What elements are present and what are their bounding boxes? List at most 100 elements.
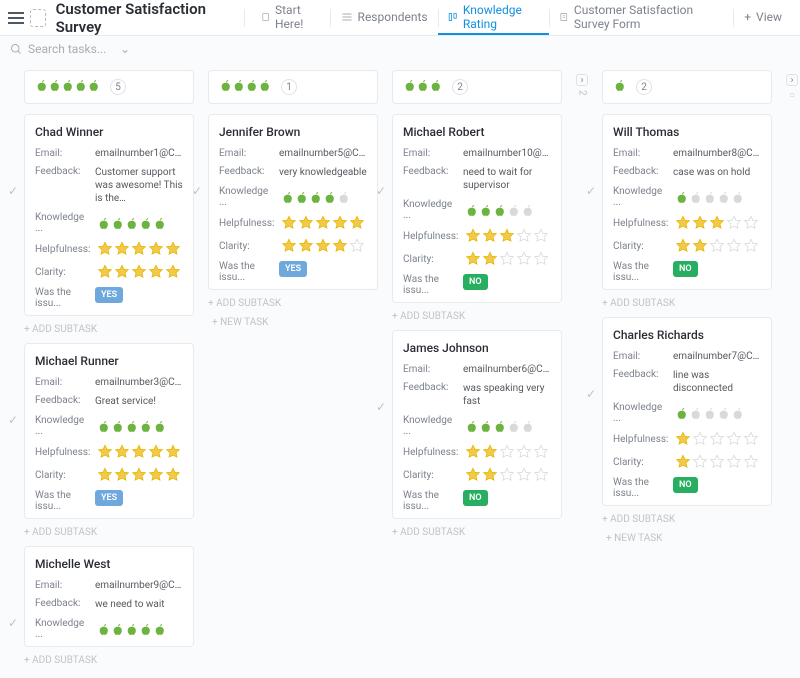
chevron-right-icon[interactable]: › [576, 74, 588, 86]
knowledge-rating[interactable] [675, 407, 744, 420]
tab-start-here[interactable]: Start Here! [251, 0, 330, 35]
tab-label: Knowledge Rating [463, 3, 539, 31]
add-subtask-button[interactable]: + ADD SUBTASK [24, 322, 194, 337]
card-title[interactable]: Charles Richards [613, 328, 761, 342]
knowledge-rating[interactable] [97, 623, 166, 636]
field-label: Email: [35, 580, 89, 591]
task-card[interactable]: Michelle West Email:emailnumber9@ClickU … [24, 546, 194, 647]
helpfulness-rating[interactable] [675, 215, 759, 231]
knowledge-rating[interactable] [281, 191, 350, 204]
field-label: Email: [613, 148, 667, 159]
knowledge-rating[interactable] [97, 217, 166, 230]
card-title[interactable]: Michelle West [35, 557, 183, 571]
tab-respondents[interactable]: Respondents [331, 0, 438, 35]
helpfulness-rating[interactable] [97, 444, 181, 460]
knowledge-rating[interactable] [97, 420, 166, 433]
tab-survey-form[interactable]: Customer Satisfaction Survey Form [549, 0, 733, 35]
board-icon [448, 11, 457, 23]
card-title[interactable]: Michael Runner [35, 354, 183, 368]
tab-knowledge-rating[interactable]: Knowledge Rating [438, 0, 548, 35]
card-title[interactable]: Chad Winner [35, 125, 183, 139]
resolved-badge[interactable]: YES [279, 261, 307, 277]
task-card[interactable]: Michael Robert Email:emailnumber10@Click… [392, 114, 562, 303]
add-subtask-button[interactable]: + ADD SUBTASK [24, 653, 194, 668]
list-icon[interactable] [30, 9, 46, 27]
check-icon[interactable]: ✓ [586, 387, 596, 401]
field-label: Email: [35, 148, 89, 159]
clarity-rating[interactable] [97, 264, 181, 280]
field-label: Was the issu... [613, 261, 667, 283]
clarity-rating[interactable] [97, 467, 181, 483]
view-tabs: Start Here! Respondents Knowledge Rating… [251, 0, 792, 35]
menu-icon[interactable] [8, 12, 24, 24]
add-subtask-button[interactable]: + ADD SUBTASK [24, 525, 194, 540]
column-header[interactable]: 2 [602, 70, 772, 104]
check-icon[interactable]: ✓ [586, 184, 596, 198]
check-icon[interactable]: ✓ [8, 413, 18, 427]
field-label: Feedback: [35, 166, 89, 177]
knowledge-rating[interactable] [675, 191, 744, 204]
task-card[interactable]: Michael Runner Email:emailnumber3@ClickU… [24, 343, 194, 519]
column-collapse[interactable]: › 2 [576, 70, 588, 668]
clarity-rating[interactable] [465, 467, 549, 483]
clarity-rating[interactable] [675, 238, 759, 254]
knowledge-rating[interactable] [465, 204, 534, 217]
email-value: emailnumber3@ClickU [95, 377, 183, 388]
field-label: Email: [403, 148, 457, 159]
check-icon[interactable]: ✓ [376, 184, 386, 198]
card-title[interactable]: Michael Robert [403, 125, 551, 139]
resolved-badge[interactable]: NO [463, 490, 488, 506]
page-title: Customer Satisfaction Survey [56, 0, 230, 36]
clarity-rating[interactable] [675, 454, 759, 470]
helpfulness-rating[interactable] [281, 215, 365, 231]
field-label: Helpfulness: [35, 244, 93, 255]
add-subtask-button[interactable]: + ADD SUBTASK [602, 512, 772, 527]
resolved-badge[interactable]: YES [95, 287, 123, 303]
resolved-badge[interactable]: NO [463, 274, 488, 290]
column-header[interactable]: 5 [24, 70, 194, 104]
search-input[interactable]: Search tasks... ⌄ [10, 42, 130, 56]
column-collapse[interactable]: › ○ [786, 70, 798, 668]
check-icon[interactable]: ✓ [192, 184, 202, 198]
column-header[interactable]: 2 [392, 70, 562, 104]
add-subtask-button[interactable]: + ADD SUBTASK [392, 309, 562, 324]
task-card[interactable]: James Johnson Email:emailnumber6@ClickU … [392, 330, 562, 519]
column-header[interactable]: 1 [208, 70, 378, 104]
doc-icon [261, 11, 270, 23]
task-card[interactable]: Will Thomas Email:emailnumber8@ClickU Fe… [602, 114, 772, 290]
card-title[interactable]: Jennifer Brown [219, 125, 367, 139]
new-task-button[interactable]: + NEW TASK [602, 533, 772, 544]
task-card[interactable]: Charles Richards Email:emailnumber7@Clic… [602, 317, 772, 506]
list-icon [341, 11, 353, 23]
helpfulness-rating[interactable] [465, 228, 549, 244]
add-subtask-button[interactable]: + ADD SUBTASK [392, 525, 562, 540]
field-label: Clarity: [219, 241, 277, 252]
clarity-rating[interactable] [465, 251, 549, 267]
tab-add-view[interactable]: + View [734, 0, 792, 35]
knowledge-rating[interactable] [465, 420, 534, 433]
resolved-badge[interactable]: NO [673, 261, 698, 277]
helpfulness-rating[interactable] [465, 444, 549, 460]
feedback-value: very knowledgeable [279, 166, 367, 179]
card-title[interactable]: Will Thomas [613, 125, 761, 139]
new-task-button[interactable]: + NEW TASK [208, 317, 378, 328]
helpfulness-rating[interactable] [675, 431, 759, 447]
card-title[interactable]: James Johnson [403, 341, 551, 355]
check-icon[interactable]: ✓ [8, 616, 18, 630]
tab-label: Customer Satisfaction Survey Form [574, 3, 724, 31]
add-subtask-button[interactable]: + ADD SUBTASK [208, 296, 378, 311]
resolved-badge[interactable]: YES [95, 490, 123, 506]
field-label: Clarity: [403, 254, 461, 265]
helpfulness-rating[interactable] [97, 241, 181, 257]
check-icon[interactable]: ✓ [376, 400, 386, 414]
check-icon[interactable]: ✓ [8, 184, 18, 198]
email-value: emailnumber8@ClickU [673, 148, 761, 159]
kanban-board: 5 ✓ Chad Winner Email:emailnumber1@Click… [0, 62, 800, 678]
task-card[interactable]: Jennifer Brown Email:emailnumber5@ClickU… [208, 114, 378, 290]
chevron-right-icon[interactable]: › [786, 74, 798, 86]
add-subtask-button[interactable]: + ADD SUBTASK [602, 296, 772, 311]
field-label: Knowledge ... [403, 199, 461, 221]
resolved-badge[interactable]: NO [673, 477, 698, 493]
task-card[interactable]: Chad Winner Email:emailnumber1@ClickU Fe… [24, 114, 194, 316]
clarity-rating[interactable] [281, 238, 365, 254]
